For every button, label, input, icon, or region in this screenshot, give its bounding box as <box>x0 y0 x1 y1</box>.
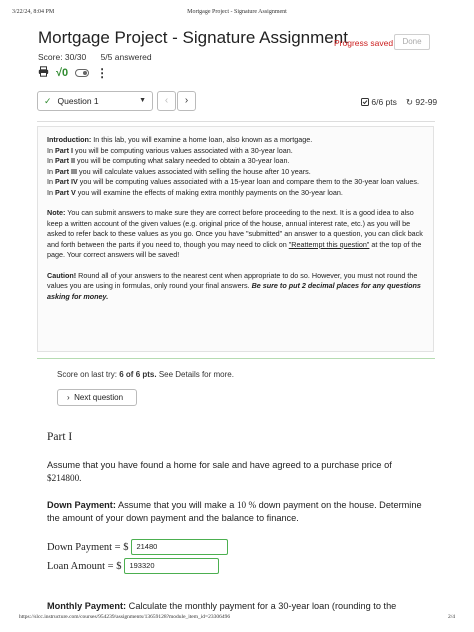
question-select-label: Question 1 <box>57 96 99 106</box>
done-button[interactable]: Done <box>394 34 430 50</box>
print-page-title: Mortgage Project - Signature Assignment <box>187 9 287 15</box>
part-line-2: In Part II you will be computing what sa… <box>47 156 290 165</box>
part-line-5: In Part V you will examine the effects o… <box>47 187 343 197</box>
toggle-icon[interactable] <box>75 69 90 77</box>
question-select[interactable]: ✓ Question 1 ▼ <box>37 91 153 111</box>
note-paragraph: Note: You can submit answers to make sur… <box>47 208 424 261</box>
print-url: https://slcc.instructure.com/courses/954… <box>19 614 231 620</box>
retry-icon: ↻ <box>405 97 414 107</box>
checkbox-icon <box>361 98 369 106</box>
down-payment-paragraph: Down Payment: Assume that you will make … <box>47 500 422 523</box>
monthly-payment-paragraph: Monthly Payment: Calculate the monthly p… <box>47 601 397 611</box>
down-payment-heading: Down Payment: <box>47 500 116 510</box>
down-payment-row: Down Payment = $ 21480 <box>47 539 229 555</box>
divider-green <box>37 358 435 359</box>
part-line-4: In Part IV you will be computing values … <box>47 177 419 186</box>
kebab-menu-icon[interactable]: ⋮ <box>96 67 108 79</box>
loan-amount-row: Loan Amount = $ 193320 <box>47 558 220 574</box>
next-question-label: Next question <box>74 393 124 402</box>
chevron-right-icon: › <box>67 393 70 402</box>
down-payment-label: Down Payment = $ <box>47 541 129 553</box>
caution-label: Caution! <box>47 270 77 280</box>
print-footer: https://slcc.instructure.com/courses/954… <box>0 614 474 626</box>
print-icon[interactable] <box>38 66 49 80</box>
print-page-number: 2/4 <box>447 614 455 620</box>
down-percent: 10 % <box>236 500 257 510</box>
purchase-price: $214800. <box>47 473 82 483</box>
attempts-display: ↻ 92-99 <box>406 97 437 108</box>
score-text: Score: 30/30 <box>38 52 87 62</box>
part-title: Part I <box>47 431 73 443</box>
caution-paragraph: Caution! Round all of your answers to th… <box>47 271 424 303</box>
score-summary: Score: 30/30 5/5 answered <box>38 52 164 62</box>
previous-question-button[interactable]: ‹ <box>157 91 176 111</box>
loan-amount-input[interactable]: 193320 <box>124 558 220 574</box>
last-try-score: Score on last try: 6 of 6 pts. See Detai… <box>57 370 234 379</box>
answered-text: 5/5 answered <box>100 52 152 62</box>
intro-paragraph: Introduction: In this lab, you will exam… <box>47 135 424 198</box>
note-label: Note: <box>47 208 66 217</box>
next-question-arrow-button[interactable]: › <box>177 91 196 111</box>
progress-status: Progress saved <box>334 38 394 48</box>
intro-label: Introduction: <box>47 135 92 144</box>
points-text: 6/6 pts <box>371 97 397 107</box>
points-display: 6/6 pts <box>361 97 397 108</box>
last-try-score-value: 6 of 6 pts. <box>119 370 157 379</box>
intro-text: In this lab, you will examine a home loa… <box>91 135 313 144</box>
points-summary: 6/6 pts ↻ 92-99 <box>361 97 437 108</box>
attempts-text: 92-99 <box>415 97 438 107</box>
instructions-box: Introduction: In this lab, you will exam… <box>37 126 434 352</box>
divider <box>37 121 435 122</box>
square-root-icon[interactable]: √0 <box>56 67 68 79</box>
reattempt-link[interactable]: "Reattempt this question" <box>289 240 370 249</box>
down-payment-input[interactable]: 21480 <box>131 539 229 555</box>
toolbar-icons: √0 ⋮ <box>38 66 108 80</box>
print-header: 3/22/24, 8:04 PM Mortgage Project - Sign… <box>0 9 474 21</box>
scenario-paragraph: Assume that you have found a home for sa… <box>47 460 392 483</box>
next-question-button[interactable]: › Next question <box>57 389 137 406</box>
part-line-3: In Part III you will calculate values as… <box>47 166 311 176</box>
monthly-payment-heading: Monthly Payment: <box>47 601 127 611</box>
caret-down-icon: ▼ <box>139 97 146 104</box>
part-line-1: In Part I you will be computing various … <box>47 145 293 155</box>
loan-amount-label: Loan Amount = $ <box>47 560 122 572</box>
page-title: Mortgage Project - Signature Assignment <box>38 28 348 47</box>
check-icon: ✓ <box>44 95 52 106</box>
